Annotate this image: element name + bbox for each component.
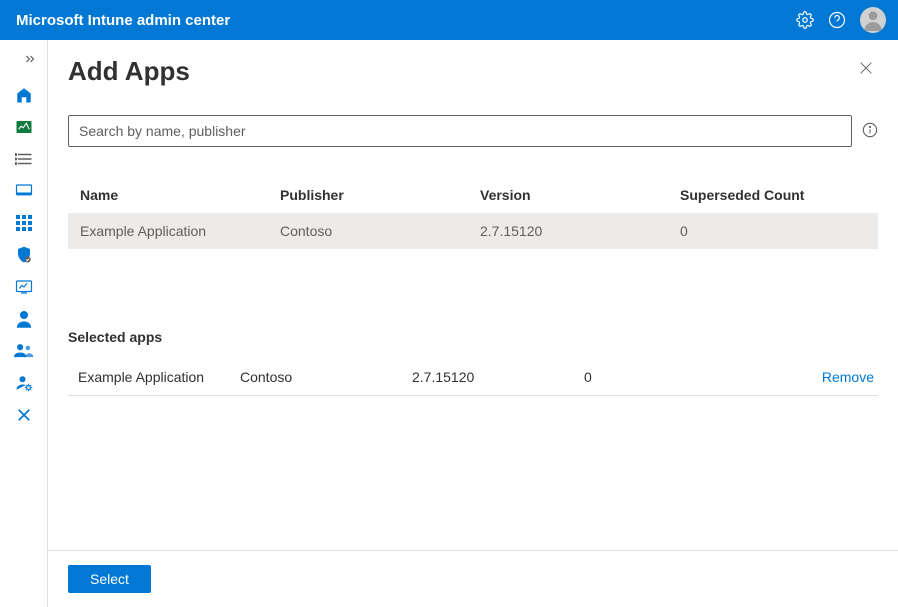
page-title: Add Apps — [68, 56, 190, 87]
topbar-actions — [796, 7, 886, 33]
expand-sidebar-icon[interactable] — [19, 48, 41, 73]
dashboard-icon[interactable] — [14, 117, 34, 137]
home-icon[interactable] — [14, 85, 34, 105]
cell-name: Example Application — [80, 223, 280, 239]
tenant-admin-icon[interactable] — [14, 373, 34, 393]
main-panel: Add Apps Name Publisher Version Supersed… — [48, 40, 898, 607]
selected-cell-name: Example Application — [68, 369, 240, 385]
selected-cell-publisher: Contoso — [240, 369, 412, 385]
search-input[interactable] — [68, 115, 852, 147]
topbar-title: Microsoft Intune admin center — [16, 12, 230, 29]
settings-icon[interactable] — [796, 11, 814, 29]
cell-publisher: Contoso — [280, 223, 480, 239]
avatar[interactable] — [860, 7, 886, 33]
reports-icon[interactable] — [14, 277, 34, 297]
troubleshoot-icon[interactable] — [14, 405, 34, 425]
col-header-superseded: Superseded Count — [680, 187, 866, 203]
table-header: Name Publisher Version Superseded Count — [68, 177, 878, 213]
help-icon[interactable] — [828, 11, 846, 29]
select-button[interactable]: Select — [68, 565, 151, 593]
col-header-name: Name — [80, 187, 280, 203]
selected-row: Example Application Contoso 2.7.15120 0 … — [68, 359, 878, 396]
groups-icon[interactable] — [14, 341, 34, 361]
apps-table: Name Publisher Version Superseded Count … — [68, 177, 878, 249]
cell-superseded: 0 — [680, 223, 866, 239]
remove-link[interactable]: Remove — [822, 369, 874, 385]
close-icon[interactable] — [854, 56, 878, 83]
footer: Select — [48, 550, 898, 607]
selected-cell-version: 2.7.15120 — [412, 369, 584, 385]
table-row[interactable]: Example Application Contoso 2.7.15120 0 — [68, 213, 878, 249]
endpoint-security-icon[interactable] — [14, 245, 34, 265]
topbar: Microsoft Intune admin center — [0, 0, 898, 40]
selected-cell-superseded: 0 — [584, 369, 756, 385]
selected-apps-table: Example Application Contoso 2.7.15120 0 … — [68, 359, 878, 396]
col-header-publisher: Publisher — [280, 187, 480, 203]
apps-icon[interactable] — [14, 213, 34, 233]
devices-icon[interactable] — [14, 181, 34, 201]
selected-apps-title: Selected apps — [68, 329, 878, 345]
info-icon[interactable] — [862, 122, 878, 141]
all-services-icon[interactable] — [14, 149, 34, 169]
users-icon[interactable] — [14, 309, 34, 329]
cell-version: 2.7.15120 — [480, 223, 680, 239]
sidebar — [0, 40, 48, 607]
col-header-version: Version — [480, 187, 680, 203]
